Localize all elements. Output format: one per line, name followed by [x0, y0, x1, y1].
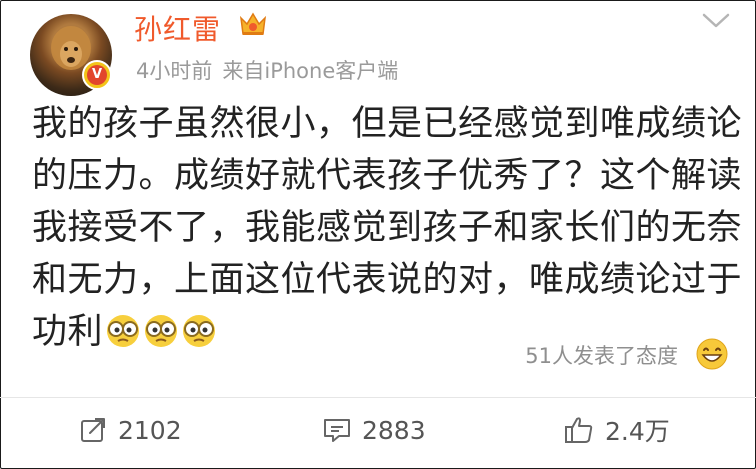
repost-count: 2102 [118, 415, 182, 445]
share-icon [81, 418, 105, 442]
post-content: 我的孩子虽然很小，但是已经感觉到唯成绩论 的压力。成绩好就代表孩子优秀了？这个解… [32, 98, 743, 364]
goggles-emoji-icon [181, 312, 217, 364]
repost-button[interactable]: 2102 [78, 410, 182, 450]
verified-badge-letter: V [87, 65, 107, 85]
comment-button[interactable]: 2883 [322, 410, 426, 450]
thumbs-up-icon [565, 417, 593, 443]
comment-count: 2883 [362, 415, 426, 445]
post-content-line: 我的孩子虽然很小，但是已经感觉到唯成绩论 [32, 104, 743, 144]
post-content-line: 的压力。成绩好就代表孩子优秀了？这个解读 [32, 156, 743, 196]
comment-icon [324, 419, 350, 442]
goggles-emoji-icon [105, 312, 141, 364]
post-source: 来自iPhone客户端 [222, 59, 399, 83]
verified-badge-icon: V [82, 60, 112, 90]
reactions-summary[interactable]: 51人发表了态度 [525, 340, 678, 370]
crown-member-icon[interactable] [238, 10, 268, 42]
grin-emoji-icon[interactable] [695, 337, 729, 375]
post-content-line: 我接受不了，我能感觉到孩子和家长们的无奈 [32, 208, 743, 248]
post-time: 4小时前 [136, 59, 213, 83]
author-name[interactable]: 孙红雷 [134, 8, 221, 48]
post-meta: 4小时前 来自iPhone客户端 [136, 55, 398, 85]
chevron-down-icon[interactable] [700, 10, 732, 36]
like-count: 2.4万 [605, 417, 670, 446]
divider [0, 397, 756, 398]
goggles-emoji-icon [143, 312, 179, 364]
post-content-line: 和无力，上面这位代表说的对，唯成绩论过于 [32, 260, 743, 300]
like-button[interactable]: 2.4万 [563, 410, 670, 450]
post-content-line: 功利 [32, 312, 104, 352]
